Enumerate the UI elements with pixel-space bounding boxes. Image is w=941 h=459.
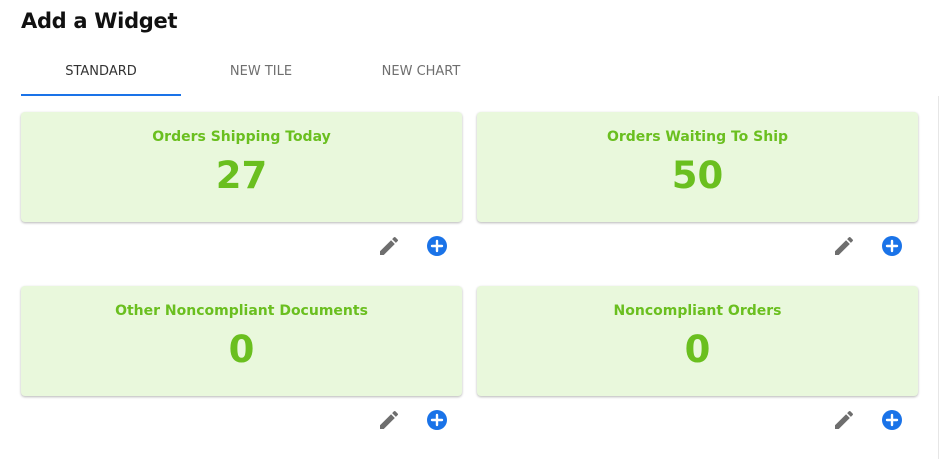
pencil-icon xyxy=(835,410,854,429)
tab-new-tile[interactable]: NEW TILE xyxy=(181,58,341,96)
widget-value: 0 xyxy=(228,328,255,371)
active-tab-indicator xyxy=(21,94,181,96)
widget-value: 50 xyxy=(671,154,724,197)
widget-value: 27 xyxy=(215,154,268,197)
edit-widget-button[interactable] xyxy=(377,234,401,258)
tab-standard[interactable]: STANDARD xyxy=(21,58,181,96)
widget-tile-other-noncompliant-documents[interactable]: Other Noncompliant Documents 0 xyxy=(21,286,462,396)
plus-circle-icon xyxy=(882,410,902,430)
widget-title: Other Noncompliant Documents xyxy=(115,303,368,319)
edit-widget-button[interactable] xyxy=(377,408,401,432)
pencil-icon xyxy=(380,410,399,429)
add-widget-button[interactable] xyxy=(425,408,449,432)
add-widget-button[interactable] xyxy=(425,234,449,258)
plus-circle-icon xyxy=(427,236,447,256)
pencil-icon xyxy=(835,236,854,255)
widget-title: Orders Waiting To Ship xyxy=(606,129,789,145)
tab-new-chart[interactable]: NEW CHART xyxy=(341,58,501,96)
widget-tile-orders-shipping-today[interactable]: Orders Shipping Today 27 xyxy=(21,112,462,222)
add-widget-button[interactable] xyxy=(880,234,904,258)
edit-widget-button[interactable] xyxy=(832,234,856,258)
scroll-divider xyxy=(938,96,939,459)
plus-circle-icon xyxy=(427,410,447,430)
plus-circle-icon xyxy=(882,236,902,256)
add-widget-button[interactable] xyxy=(880,408,904,432)
widget-title: Noncompliant Orders xyxy=(613,303,782,319)
edit-widget-button[interactable] xyxy=(832,408,856,432)
page-title: Add a Widget xyxy=(21,9,178,33)
widget-title: Orders Shipping Today xyxy=(152,129,331,145)
widget-type-tabs: STANDARD NEW TILE NEW CHART xyxy=(21,58,501,96)
widget-tile-noncompliant-orders[interactable]: Noncompliant Orders 0 xyxy=(477,286,918,396)
pencil-icon xyxy=(380,236,399,255)
widget-tile-orders-waiting-to-ship[interactable]: Orders Waiting To Ship 50 xyxy=(477,112,918,222)
widget-value: 0 xyxy=(684,328,711,371)
